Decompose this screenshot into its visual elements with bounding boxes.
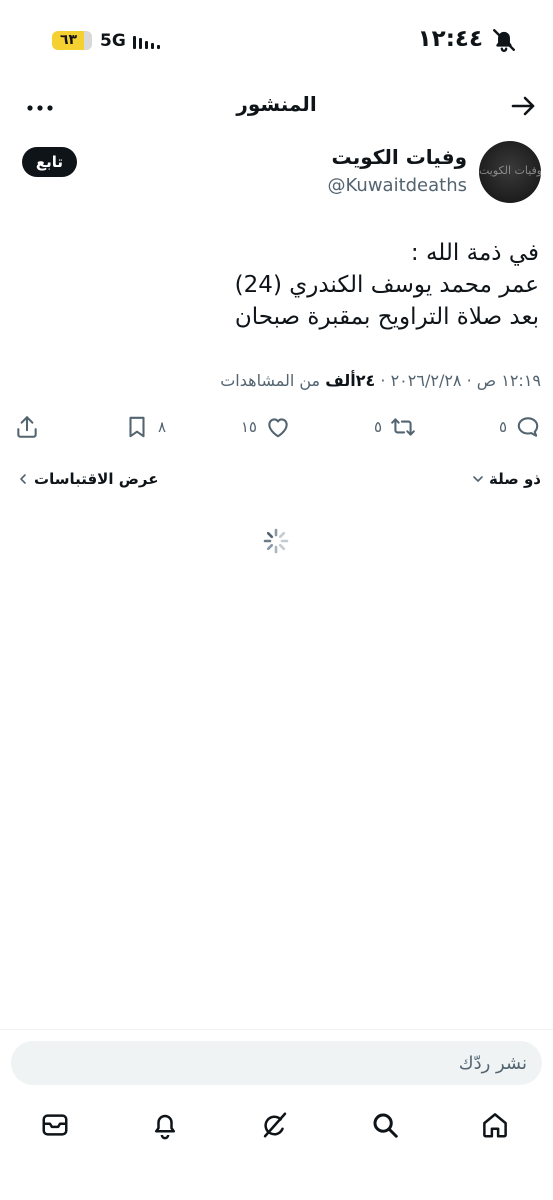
spinner-icon: [263, 528, 289, 554]
author-name[interactable]: وفيات الكويت: [332, 145, 467, 169]
chevron-down-icon: [473, 476, 483, 482]
bell-icon: [155, 1114, 175, 1140]
follow-button[interactable]: تابع: [22, 147, 77, 177]
post-line: بعد صلاة التراويح بمقبرة صبحان: [234, 304, 539, 330]
post-line: عمر محمد يوسف الكندري (24): [234, 272, 539, 298]
share-action[interactable]: [14, 410, 40, 444]
bookmark-icon: [129, 416, 145, 438]
nav-grok[interactable]: [260, 1110, 294, 1144]
repost-icon: [391, 418, 415, 436]
signal-icon: [133, 36, 160, 49]
post-date[interactable]: ٢٠٢٦/٢/٢٨: [391, 371, 462, 390]
comment-icon: [517, 417, 539, 437]
action-bar: ٥ ٥ ١٥ ٨: [0, 410, 553, 446]
bottom-nav: [0, 1100, 553, 1160]
post-text: في ذمة الله : عمر محمد يوسف الكندري (24)…: [19, 237, 539, 333]
views-count: ٢٤ألف: [325, 371, 376, 390]
chevron-left-icon: [20, 474, 26, 484]
nav-home[interactable]: [480, 1110, 514, 1144]
heart-icon: [268, 418, 288, 438]
battery-indicator: ٦٣: [52, 31, 92, 50]
meta-separator: ·: [380, 371, 386, 390]
mail-icon: [42, 1114, 68, 1136]
author-handle[interactable]: @Kuwaitdeaths: [328, 175, 468, 196]
nav-search[interactable]: [370, 1110, 404, 1144]
like-action[interactable]: ١٥: [241, 410, 291, 444]
post-header: المنشور: [0, 84, 553, 130]
home-icon: [483, 1113, 507, 1138]
views-label: من المشاهدات: [220, 371, 321, 390]
divider: [0, 1029, 553, 1030]
reply-input[interactable]: [11, 1041, 542, 1085]
battery-level: ٦٣: [60, 32, 78, 48]
grok-icon: [263, 1112, 287, 1138]
view-quotes-link[interactable]: عرض الاقتباسات: [16, 470, 158, 488]
related-label: ذو صلة: [489, 470, 541, 488]
share-icon: [17, 416, 37, 438]
avatar[interactable]: وفيات الكويت: [479, 141, 541, 203]
status-bar: ٦٣ 5G ١٢:٤٤: [0, 0, 553, 82]
related-toggle[interactable]: ذو صلة: [471, 470, 541, 488]
page-title: المنشور: [236, 92, 317, 116]
meta-separator: ·: [466, 371, 472, 390]
bell-off-icon: [493, 29, 515, 52]
post-line: في ذمة الله :: [410, 240, 539, 266]
repost-action[interactable]: ٥: [374, 410, 416, 444]
reply-count: ٥: [498, 418, 507, 436]
nav-messages[interactable]: [40, 1110, 74, 1144]
nav-notifications[interactable]: [150, 1110, 184, 1144]
quotes-label: عرض الاقتباسات: [34, 470, 159, 488]
search-icon: [373, 1113, 398, 1138]
back-arrow-icon[interactable]: [507, 90, 539, 122]
post-time[interactable]: ١٢:١٩ ص: [477, 371, 541, 390]
battery-empty-part: [84, 31, 92, 50]
bookmark-count: ٨: [157, 418, 166, 436]
like-count: ١٥: [240, 418, 257, 436]
clock: ١٢:٤٤: [417, 26, 483, 52]
avatar-text: وفيات الكويت: [479, 164, 541, 177]
reply-composer[interactable]: [11, 1041, 542, 1085]
network-type: 5G: [100, 31, 126, 51]
reply-action[interactable]: ٥: [499, 410, 541, 444]
related-row: ذو صلة عرض الاقتباسات: [0, 470, 553, 494]
post-meta: ١٢:١٩ ص · ٢٠٢٦/٢/٢٨ · ٢٤ألف من المشاهدات: [220, 371, 541, 390]
repost-count: ٥: [373, 418, 382, 436]
bookmark-action[interactable]: ٨: [124, 410, 166, 444]
